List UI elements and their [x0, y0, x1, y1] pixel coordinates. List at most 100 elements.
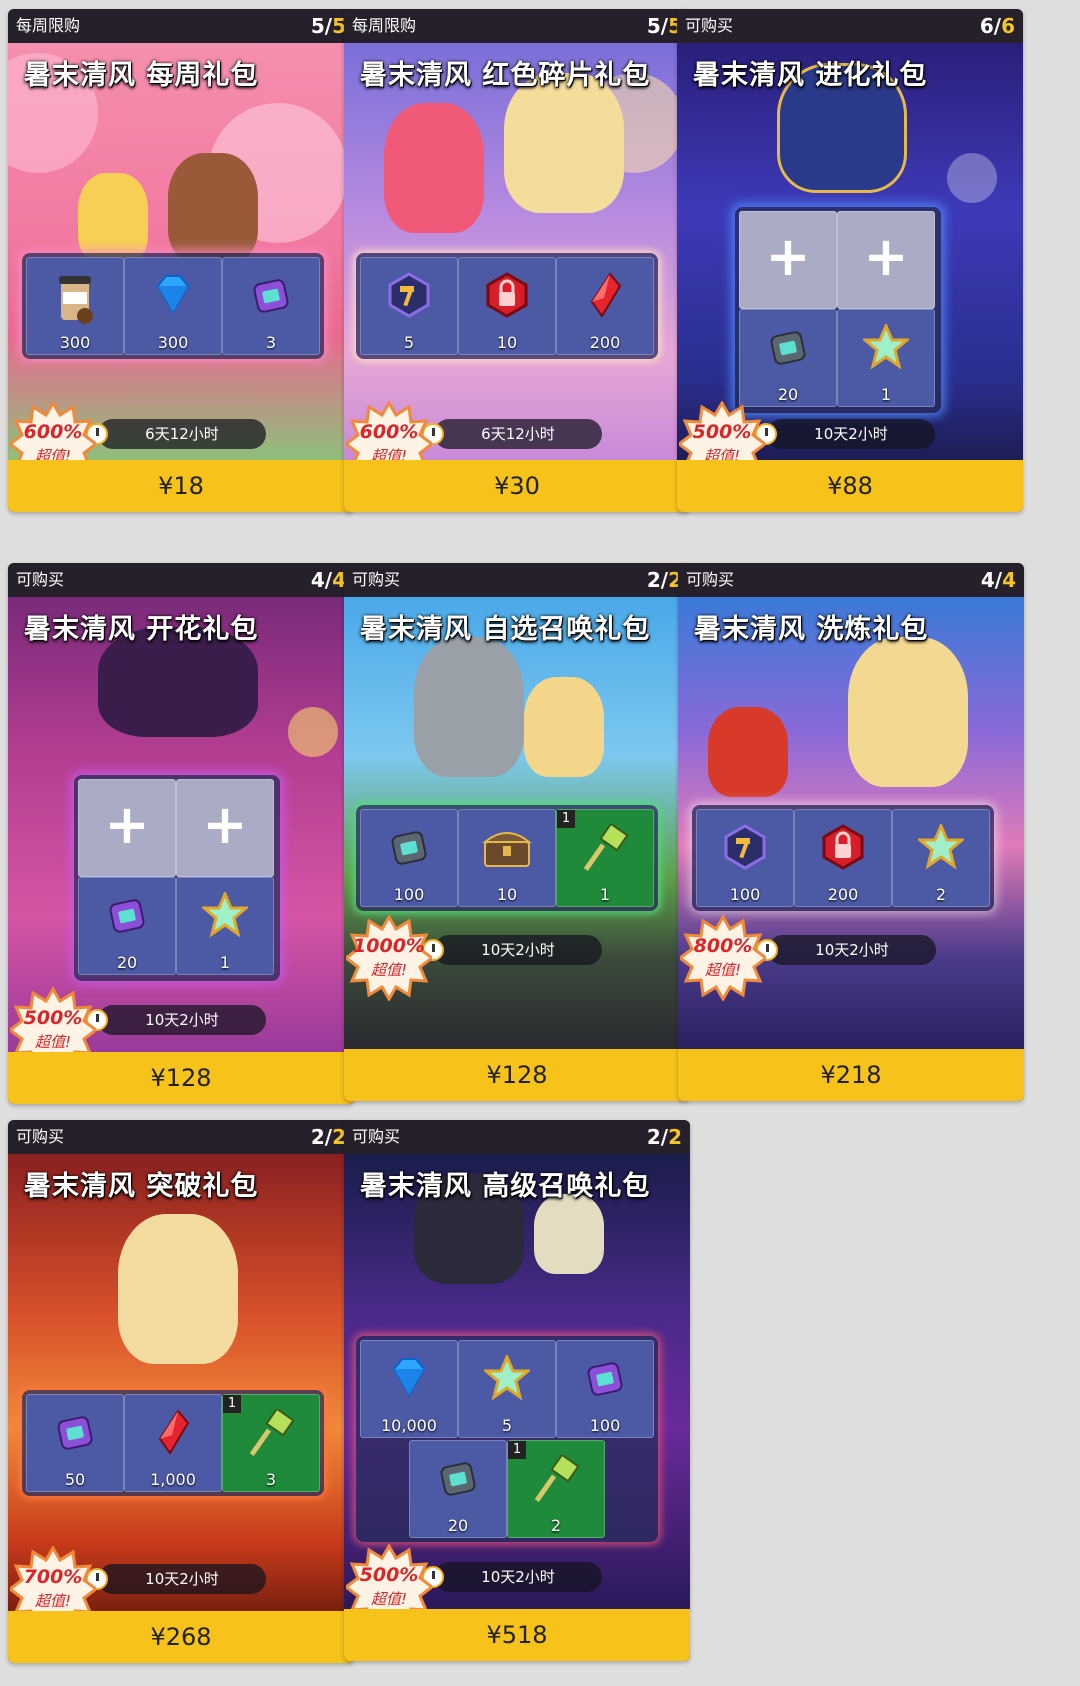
countdown-timer: 10天2小时 [98, 1564, 266, 1594]
coffee-icon [27, 272, 123, 328]
purchase-count: 6/6 [979, 14, 1015, 38]
reward-slot[interactable]: 300 [26, 257, 124, 355]
package-card-select-summon[interactable]: 可购买 2/2 暑末清风 自选召唤礼包 100 10 1 1 10天2小时 10… [344, 563, 690, 1101]
reward-slot[interactable]: 200 [556, 257, 654, 355]
reward-slot[interactable]: 1 3 [222, 1394, 320, 1492]
package-card-weekly[interactable]: 每周限购 5/5 暑末清风 每周礼包 300 300 3 6天12小时 600%… [8, 9, 354, 512]
card-header: 可购买 2/2 [8, 1120, 354, 1154]
reward-slot[interactable]: 100 [360, 809, 458, 907]
character-art [414, 637, 524, 777]
character-art [168, 153, 258, 263]
package-card-refine[interactable]: 可购买 4/4 暑末清风 洗炼礼包 100 200 2 10天2小时 800% … [678, 563, 1024, 1101]
package-card-blossom[interactable]: 可购买 4/4 暑末清风 开花礼包 + + 20 1 10天2小时 500% 超… [8, 563, 354, 1104]
green-hammer-icon [557, 822, 653, 880]
purple-device-icon [27, 1409, 123, 1465]
reward-slot[interactable]: 1 2 [507, 1440, 605, 1538]
plus-icon: + [104, 793, 150, 856]
reward-slot[interactable]: 5 [360, 257, 458, 355]
empty-slot[interactable]: + [837, 211, 935, 309]
character-art [78, 173, 148, 263]
purchase-tag: 可购买 [352, 570, 401, 589]
card-header: 每周限购 5/5 [344, 9, 690, 43]
hammer-shard-icon [697, 824, 793, 880]
price-button[interactable]: ¥218 [678, 1049, 1024, 1101]
red-lock-icon [795, 824, 891, 880]
card-artwork [8, 43, 354, 460]
rainbow-star-icon [177, 890, 273, 948]
reward-items: + + 20 1 [74, 775, 280, 981]
reward-slot[interactable]: 100 [556, 1340, 654, 1438]
grey-device-icon [740, 324, 836, 380]
purchase-count: 4/4 [980, 568, 1016, 592]
rainbow-star-icon [893, 822, 989, 880]
countdown-timer: 10天2小时 [434, 1562, 602, 1592]
package-title: 暑末清风 突破礼包 [24, 1171, 259, 1202]
reward-items: 300 300 3 [22, 253, 324, 359]
reward-slot[interactable]: 1 [837, 309, 935, 407]
price-button[interactable]: ¥268 [8, 1611, 354, 1663]
countdown-timer: 10天2小时 [98, 1005, 266, 1035]
price-button[interactable]: ¥518 [344, 1609, 690, 1661]
reward-slot[interactable]: 200 [794, 809, 892, 907]
purchase-count: 2/2 [646, 1125, 682, 1149]
card-header: 每周限购 5/5 [8, 9, 354, 43]
empty-slot[interactable]: + [739, 211, 837, 309]
package-card-breakthrough[interactable]: 可购买 2/2 暑末清风 突破礼包 50 1,000 1 3 10天2小时 70… [8, 1120, 354, 1663]
plus-icon: + [863, 225, 909, 288]
card-artwork [8, 1154, 354, 1611]
character-art [504, 73, 624, 213]
purchase-count: 2/2 [310, 1125, 346, 1149]
price-button[interactable]: ¥128 [8, 1052, 354, 1104]
reward-slot[interactable]: 20 [409, 1440, 507, 1538]
countdown-timer: 10天2小时 [434, 935, 602, 965]
empty-slot[interactable]: + [78, 779, 176, 877]
price-button[interactable]: ¥18 [8, 460, 354, 512]
price-button[interactable]: ¥30 [344, 460, 690, 512]
character-art [708, 707, 788, 797]
card-header: 可购买 4/4 [8, 563, 354, 597]
reward-items: + + 20 1 [735, 207, 941, 413]
reward-slot[interactable]: 50 [26, 1394, 124, 1492]
plus-icon: + [202, 793, 248, 856]
countdown-timer: 6天12小时 [98, 419, 266, 449]
countdown-timer: 10天2小时 [767, 419, 935, 449]
grey-device-icon [410, 1455, 506, 1511]
red-shard-icon [125, 1409, 221, 1465]
character-art [384, 103, 484, 233]
reward-slot[interactable]: 20 [78, 877, 176, 975]
reward-slot[interactable]: 3 [222, 257, 320, 355]
reward-slot[interactable]: 1 [176, 877, 274, 975]
purchase-tag: 可购买 [352, 1127, 401, 1146]
reward-slot[interactable]: 300 [124, 257, 222, 355]
reward-slot[interactable]: 20 [739, 309, 837, 407]
purchase-count: 5/5 [310, 14, 346, 38]
reward-slot[interactable]: 1 1 [556, 809, 654, 907]
reward-slot[interactable]: 5 [458, 1340, 556, 1438]
purple-device-icon [223, 272, 319, 328]
reward-items: 5 10 200 [356, 253, 658, 359]
card-header: 可购买 2/2 [344, 1120, 690, 1154]
package-card-evolution[interactable]: 可购买 6/6 暑末清风 进化礼包 + + 20 1 10天2小时 500% 超… [677, 9, 1023, 512]
package-card-advanced-summon[interactable]: 可购买 2/2 暑末清风 高级召唤礼包 10,000 5 100 20 1 2 … [344, 1120, 690, 1661]
rainbow-star-icon [838, 322, 934, 380]
package-title: 暑末清风 洗炼礼包 [694, 614, 929, 645]
reward-slot[interactable]: 10 [458, 809, 556, 907]
reward-slot[interactable]: 1,000 [124, 1394, 222, 1492]
empty-slot[interactable]: + [176, 779, 274, 877]
purchase-tag: 可购买 [16, 1127, 65, 1146]
card-header: 可购买 2/2 [344, 563, 690, 597]
price-button[interactable]: ¥88 [677, 460, 1023, 512]
reward-slot[interactable]: 10,000 [360, 1340, 458, 1438]
reward-slot[interactable]: 100 [696, 809, 794, 907]
reward-slot[interactable]: 2 [892, 809, 990, 907]
reward-slot[interactable]: 10 [458, 257, 556, 355]
price-button[interactable]: ¥128 [344, 1049, 690, 1101]
character-art [534, 1194, 604, 1274]
package-title: 暑末清风 红色碎片礼包 [360, 60, 651, 91]
rainbow-star-icon [459, 1353, 555, 1411]
package-card-red-shard[interactable]: 每周限购 5/5 暑末清风 红色碎片礼包 5 10 200 6天12小时 600… [344, 9, 690, 512]
purchase-tag: 可购买 [16, 570, 65, 589]
plus-icon: + [765, 225, 811, 288]
reward-items: 100 200 2 [692, 805, 994, 911]
red-lock-icon [459, 272, 555, 328]
